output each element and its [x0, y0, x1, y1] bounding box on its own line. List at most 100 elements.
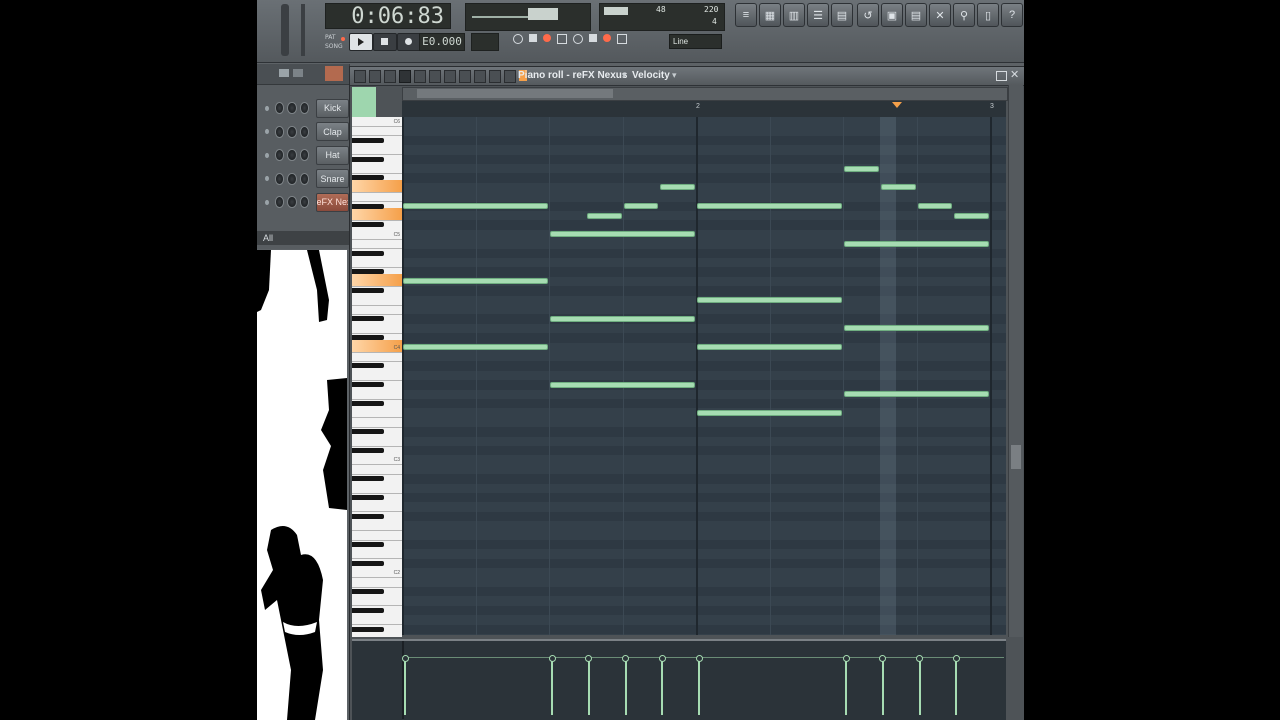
white-key[interactable]: [352, 434, 402, 447]
note[interactable]: [586, 212, 622, 219]
rack-menu-icon[interactable]: [279, 69, 289, 77]
vertical-scroll-thumb[interactable]: [1011, 445, 1021, 469]
horizontal-scrollbar[interactable]: [402, 87, 1008, 101]
channel-row[interactable]: Hat: [257, 145, 350, 165]
black-key[interactable]: [352, 316, 384, 322]
black-key[interactable]: [352, 476, 384, 482]
loop-record-icon[interactable]: [589, 34, 597, 42]
countdown-icon[interactable]: [543, 34, 551, 42]
white-key[interactable]: [352, 123, 402, 137]
channel-name-button[interactable]: Snare: [315, 169, 350, 188]
render-button[interactable]: ▤: [905, 3, 927, 27]
velocity-handle[interactable]: [952, 655, 960, 662]
black-key[interactable]: [352, 560, 384, 566]
black-key[interactable]: [352, 495, 384, 500]
velocity-lane[interactable]: [352, 639, 1006, 720]
note[interactable]: [403, 344, 548, 351]
blend-notes-icon[interactable]: [573, 34, 583, 44]
typing-keyboard-icon[interactable]: [603, 34, 611, 42]
white-key[interactable]: [352, 415, 402, 428]
volume-knob[interactable]: [287, 172, 297, 185]
project-info-button[interactable]: ▯: [977, 3, 999, 27]
mixer-track-knob[interactable]: [299, 196, 309, 208]
note[interactable]: [550, 231, 695, 238]
velocity-handle[interactable]: [401, 655, 409, 662]
black-key[interactable]: [352, 269, 384, 275]
rack-pattern-icon[interactable]: [325, 66, 343, 81]
white-key[interactable]: [352, 255, 402, 268]
paint-icon[interactable]: [414, 70, 426, 83]
pencil-icon[interactable]: [399, 70, 411, 83]
close-icon[interactable]: ✕: [1010, 68, 1019, 81]
white-key[interactable]: [352, 208, 402, 221]
velocity-stem[interactable]: [698, 657, 700, 715]
snap-icon[interactable]: [384, 70, 396, 83]
channel-row[interactable]: Kick: [257, 98, 350, 118]
piano-roll-title[interactable]: Piano roll - reFX Nexus: [518, 70, 627, 81]
white-key[interactable]: [352, 368, 402, 381]
channel-row[interactable]: Snare: [257, 169, 350, 188]
note[interactable]: [697, 409, 842, 416]
white-key[interactable]: [352, 349, 402, 362]
black-key[interactable]: [352, 363, 384, 369]
channel-name-button[interactable]: reFX Nex: [315, 192, 350, 212]
note[interactable]: [844, 391, 989, 398]
velocity-stem[interactable]: [845, 657, 847, 715]
black-key[interactable]: [352, 429, 384, 435]
pattern-mode-led[interactable]: [341, 37, 345, 41]
black-key[interactable]: [352, 382, 384, 388]
save-button[interactable]: ▣: [881, 3, 903, 27]
magnet-icon[interactable]: [369, 70, 381, 83]
pan-knob[interactable]: [274, 125, 285, 138]
mixer-track-knob[interactable]: [299, 172, 309, 185]
velocity-stem[interactable]: [918, 657, 921, 715]
pan-knob[interactable]: [274, 149, 285, 161]
black-key[interactable]: [352, 137, 384, 143]
zoom-icon[interactable]: [489, 70, 501, 83]
black-key[interactable]: [352, 203, 384, 209]
record-button[interactable]: [397, 33, 421, 51]
white-key[interactable]: [352, 236, 402, 250]
vertical-scrollbar[interactable]: [1008, 85, 1023, 637]
multilink-icon[interactable]: [617, 34, 627, 44]
select-icon[interactable]: [474, 70, 486, 83]
black-key[interactable]: [352, 288, 384, 294]
playback-icon[interactable]: [504, 70, 516, 83]
mixer-track-knob[interactable]: [299, 149, 309, 161]
step-sequencer-button[interactable]: ▦: [759, 3, 781, 27]
tools-button[interactable]: ✕: [929, 3, 951, 27]
scroll-thumb[interactable]: [417, 89, 613, 98]
browser-button[interactable]: ☰: [807, 3, 829, 27]
delete-icon[interactable]: [429, 70, 441, 83]
white-key[interactable]: [352, 189, 402, 203]
channel-name-button[interactable]: Clap: [315, 122, 350, 141]
black-key[interactable]: [352, 448, 384, 453]
white-key[interactable]: [352, 387, 402, 400]
black-key[interactable]: [352, 222, 384, 228]
note[interactable]: [844, 325, 989, 332]
black-key[interactable]: [352, 175, 384, 181]
white-key[interactable]: [352, 612, 402, 626]
note[interactable]: [403, 203, 548, 210]
menu-arrow-icon[interactable]: [354, 70, 366, 83]
note[interactable]: [697, 297, 842, 304]
event-target-select[interactable]: Velocity: [632, 70, 670, 81]
white-key[interactable]: [352, 273, 402, 287]
note[interactable]: [403, 278, 548, 285]
note[interactable]: [550, 381, 695, 388]
note[interactable]: [844, 240, 989, 247]
note[interactable]: [844, 165, 879, 172]
note[interactable]: [550, 315, 695, 322]
white-key[interactable]: [352, 321, 402, 334]
velocity-handle[interactable]: [622, 655, 629, 662]
white-key[interactable]: [352, 528, 402, 541]
black-key[interactable]: [352, 401, 384, 406]
velocity-stem[interactable]: [624, 657, 627, 715]
white-key[interactable]: [352, 499, 402, 513]
mute-icon[interactable]: [444, 70, 456, 83]
velocity-stem[interactable]: [404, 657, 406, 715]
white-key[interactable]: [352, 462, 402, 475]
velocity-stem[interactable]: [661, 657, 664, 715]
velocity-handle[interactable]: [658, 655, 666, 662]
slice-icon[interactable]: [459, 70, 471, 83]
